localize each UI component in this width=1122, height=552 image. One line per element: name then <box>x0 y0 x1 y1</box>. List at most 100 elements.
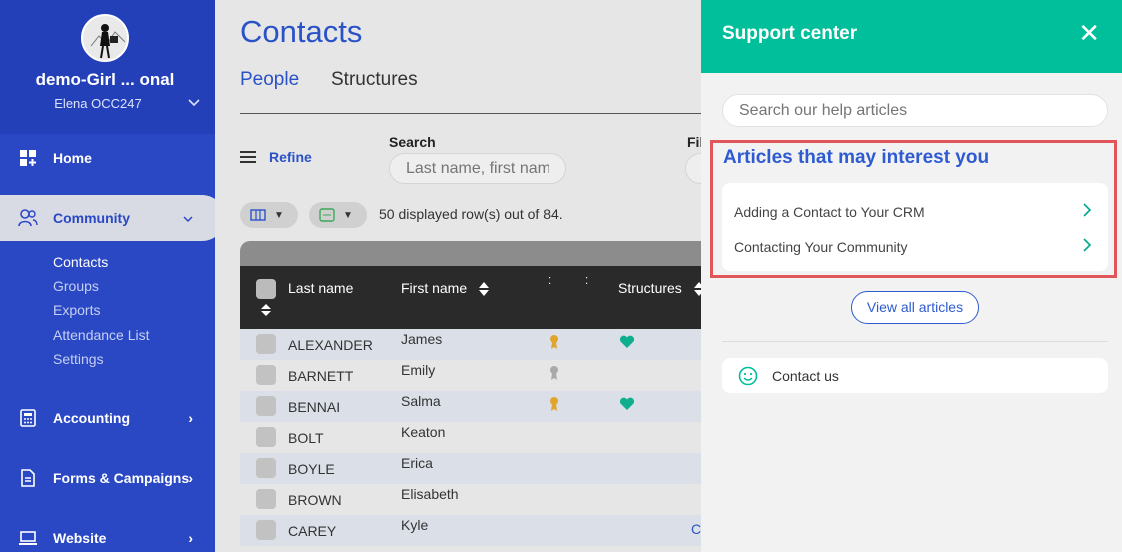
nav-home-label: Home <box>53 150 92 166</box>
contact-us-button[interactable]: Contact us <box>722 358 1108 393</box>
support-center-panel: Support center ✕ Articles that may inter… <box>701 0 1122 552</box>
table-row[interactable]: BENNAI Salma <box>240 391 701 422</box>
rows-count: 50 displayed row(s) out of 84. <box>379 206 563 222</box>
contact-search-input[interactable] <box>389 153 566 184</box>
export-dropdown[interactable]: ▼ <box>309 202 367 228</box>
nav-home[interactable]: Home <box>0 135 215 181</box>
view-all-articles-button[interactable]: View all articles <box>851 291 979 324</box>
sort-icon[interactable] <box>477 281 491 297</box>
help-search-input[interactable] <box>722 94 1108 127</box>
user-name[interactable]: Elena OCC247 <box>0 96 196 111</box>
chevron-right-icon <box>1082 237 1092 258</box>
table-row[interactable]: ALEXANDER James <box>240 329 701 360</box>
calculator-icon <box>18 408 38 428</box>
close-icon[interactable]: ✕ <box>1078 18 1100 49</box>
cell-first-name: James <box>401 331 443 347</box>
subnav-settings[interactable]: Settings <box>53 351 104 367</box>
column-handle-icon[interactable]: ⁚ <box>585 276 588 287</box>
award-gold-icon <box>550 397 558 411</box>
document-icon <box>18 468 38 488</box>
nav-community[interactable]: Community <box>0 195 225 241</box>
spreadsheet-icon <box>319 208 335 222</box>
subnav-contacts[interactable]: Contacts <box>53 254 108 270</box>
laptop-icon <box>18 528 38 548</box>
row-checkbox[interactable] <box>256 489 276 509</box>
column-structures-label: Structures <box>618 280 682 296</box>
column-first-name[interactable]: First name <box>401 280 491 297</box>
table-row[interactable]: BROWN Elisabeth <box>240 484 701 515</box>
table-toolbar <box>240 241 701 266</box>
filter-select[interactable] <box>685 153 701 184</box>
table-row[interactable]: BARNETT Emily <box>240 360 701 391</box>
menu-icon <box>240 148 256 166</box>
cell-first-name: Erica <box>401 455 433 471</box>
article-title: Contacting Your Community <box>734 239 908 255</box>
subnav-exports[interactable]: Exports <box>53 302 100 318</box>
column-first-name-label: First name <box>401 280 468 296</box>
columns-view-dropdown[interactable]: ▼ <box>240 202 298 228</box>
row-checkbox[interactable] <box>256 365 276 385</box>
caret-down-icon: ▼ <box>274 209 284 221</box>
article-contacting-community[interactable]: Contacting Your Community <box>734 237 1096 258</box>
cell-first-name: Salma <box>401 393 441 409</box>
row-checkbox[interactable] <box>256 334 276 354</box>
cell-first-name: Keaton <box>401 424 446 440</box>
nav-accounting[interactable]: Accounting › <box>0 395 215 441</box>
tab-people[interactable]: People <box>240 69 299 91</box>
divider <box>722 341 1108 342</box>
chevron-right-icon <box>1082 202 1092 223</box>
cell-last-name: CAREY <box>288 523 337 539</box>
nav-website-label: Website <box>53 530 107 546</box>
nav-forms-campaigns[interactable]: Forms & Campaigns › <box>0 455 215 501</box>
contact-us-label: Contact us <box>772 367 839 384</box>
table-row[interactable]: BOLT Keaton <box>240 422 701 453</box>
sort-icon[interactable] <box>259 303 273 317</box>
article-adding-contact[interactable]: Adding a Contact to Your CRM <box>734 202 1096 223</box>
sidebar: demo-Girl ... onal Elena OCC247 Home Com… <box>0 0 225 552</box>
row-checkbox[interactable] <box>256 520 276 540</box>
cell-structure-link[interactable]: C <box>691 521 701 537</box>
column-structures[interactable]: Structures <box>618 280 701 297</box>
organization-logo <box>81 14 129 62</box>
account-header: demo-Girl ... onal Elena OCC247 <box>0 0 215 134</box>
tabs-divider <box>240 113 701 114</box>
nav-community-label: Community <box>53 210 130 226</box>
nav-accounting-label: Accounting <box>53 410 130 426</box>
heart-icon <box>619 335 635 348</box>
refine-button[interactable]: Refine <box>240 148 312 166</box>
sort-icon[interactable] <box>692 281 701 297</box>
subnav-attendance-list[interactable]: Attendance List <box>53 327 150 343</box>
cell-last-name: BOLT <box>288 430 324 446</box>
chevron-down-icon[interactable] <box>188 96 200 110</box>
cell-last-name: BARNETT <box>288 368 354 384</box>
articles-list: Adding a Contact to Your CRM Contacting … <box>722 183 1108 271</box>
table-header: Last name First name ⁚ ⁚ Structures <box>240 266 701 329</box>
filter-label: Fil <box>687 134 701 150</box>
column-last-name[interactable]: Last name <box>288 280 353 296</box>
select-all-checkbox[interactable] <box>256 279 276 299</box>
organization-name: demo-Girl ... onal <box>35 70 175 89</box>
contacts-page: Contacts People Structures Refine Search… <box>215 0 701 552</box>
award-gold-icon <box>550 335 558 349</box>
row-checkbox[interactable] <box>256 396 276 416</box>
columns-icon <box>250 209 266 221</box>
chevron-right-icon: › <box>188 530 193 546</box>
table-row[interactable]: CAREY Kyle C <box>240 515 701 546</box>
articles-title: Articles that may interest you <box>723 147 990 168</box>
table-row[interactable]: BOYLE Erica <box>240 453 701 484</box>
caret-down-icon: ▼ <box>343 209 353 221</box>
heart-icon <box>619 397 635 410</box>
row-checkbox[interactable] <box>256 458 276 478</box>
column-handle-icon[interactable]: ⁚ <box>548 276 551 287</box>
nav-website[interactable]: Website › <box>0 515 215 552</box>
subnav-groups[interactable]: Groups <box>53 278 99 294</box>
row-checkbox[interactable] <box>256 427 276 447</box>
cell-first-name: Emily <box>401 362 436 378</box>
chevron-down-icon <box>183 210 193 226</box>
page-title: Contacts <box>240 14 363 49</box>
award-silver-icon <box>550 366 558 380</box>
smile-icon <box>738 366 758 385</box>
users-icon <box>18 208 38 228</box>
chevron-right-icon: › <box>188 470 193 486</box>
tab-structures[interactable]: Structures <box>331 69 418 91</box>
